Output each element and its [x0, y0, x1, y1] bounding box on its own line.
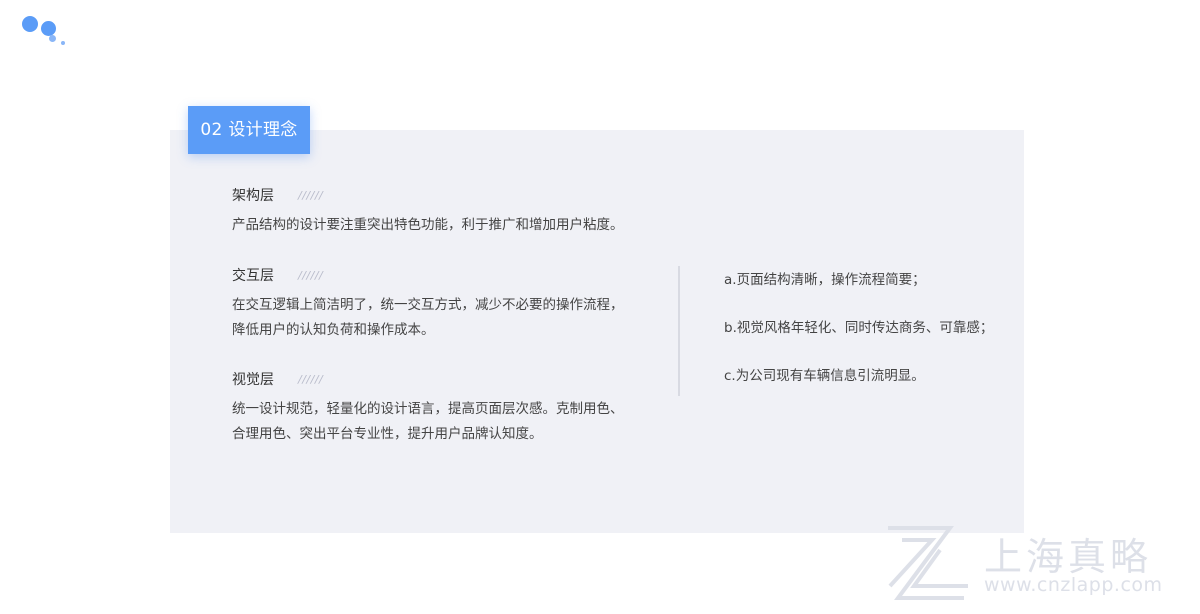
key-points-list: a.页面结构清晰，操作流程简要； b.视觉风格年轻化、同时传达商务、可靠感； c…: [724, 268, 993, 412]
slash-decoration: //////: [298, 372, 324, 386]
section-architecture: 架构层 ////// 产品结构的设计要注重突出特色功能，利于推广和增加用户粘度。: [232, 185, 662, 238]
section-title: 架构层: [232, 188, 274, 204]
dots-logo-icon: [20, 14, 70, 46]
key-point: a.页面结构清晰，操作流程简要；: [724, 272, 926, 288]
watermark: 上海真略 www.cnzlapp.com: [880, 518, 1190, 608]
body-line: 产品结构的设计要注重突出特色功能，利于推广和增加用户粘度。: [232, 217, 624, 233]
logo-dot: [49, 35, 56, 42]
zl-logo-icon: [888, 526, 968, 600]
slash-decoration: //////: [298, 188, 324, 202]
logo-dot: [61, 41, 65, 45]
key-point: b.视觉风格年轻化、同时传达商务、可靠感；: [724, 320, 994, 336]
design-concept-page: 02 设计理念 架构层 ////// 产品结构的设计要注重突出特色功能，利于推广…: [0, 0, 1200, 614]
logo-dot: [41, 21, 56, 36]
body-line: 降低用户的认知负荷和操作成本。: [232, 322, 435, 338]
section-title: 交互层: [232, 268, 274, 284]
body-line: 在交互逻辑上简洁明了，统一交互方式，减少不必要的操作流程，: [232, 297, 624, 313]
slash-decoration: //////: [298, 268, 324, 282]
section-interaction: 交互层 ////// 在交互逻辑上简洁明了，统一交互方式，减少不必要的操作流程，…: [232, 265, 662, 343]
section-body: 产品结构的设计要注重突出特色功能，利于推广和增加用户粘度。: [232, 213, 662, 238]
vertical-divider: [678, 266, 680, 396]
section-body: 统一设计规范，轻量化的设计语言，提高页面层次感。克制用色、 合理用色、突出平台专…: [232, 397, 662, 447]
section-title: 视觉层: [232, 372, 274, 388]
logo-dot: [22, 16, 38, 32]
body-line: 合理用色、突出平台专业性，提升用户品牌认知度。: [232, 426, 543, 442]
body-line: 统一设计规范，轻量化的设计语言，提高页面层次感。克制用色、: [232, 401, 624, 417]
section-tab: 02 设计理念: [188, 106, 310, 154]
section-visual: 视觉层 ////// 统一设计规范，轻量化的设计语言，提高页面层次感。克制用色、…: [232, 369, 662, 447]
key-point: c.为公司现有车辆信息引流明显。: [724, 368, 925, 384]
watermark-url: www.cnzlapp.com: [984, 574, 1163, 596]
section-body: 在交互逻辑上简洁明了，统一交互方式，减少不必要的操作流程， 降低用户的认知负荷和…: [232, 293, 662, 343]
watermark-name: 上海真略: [984, 535, 1153, 579]
